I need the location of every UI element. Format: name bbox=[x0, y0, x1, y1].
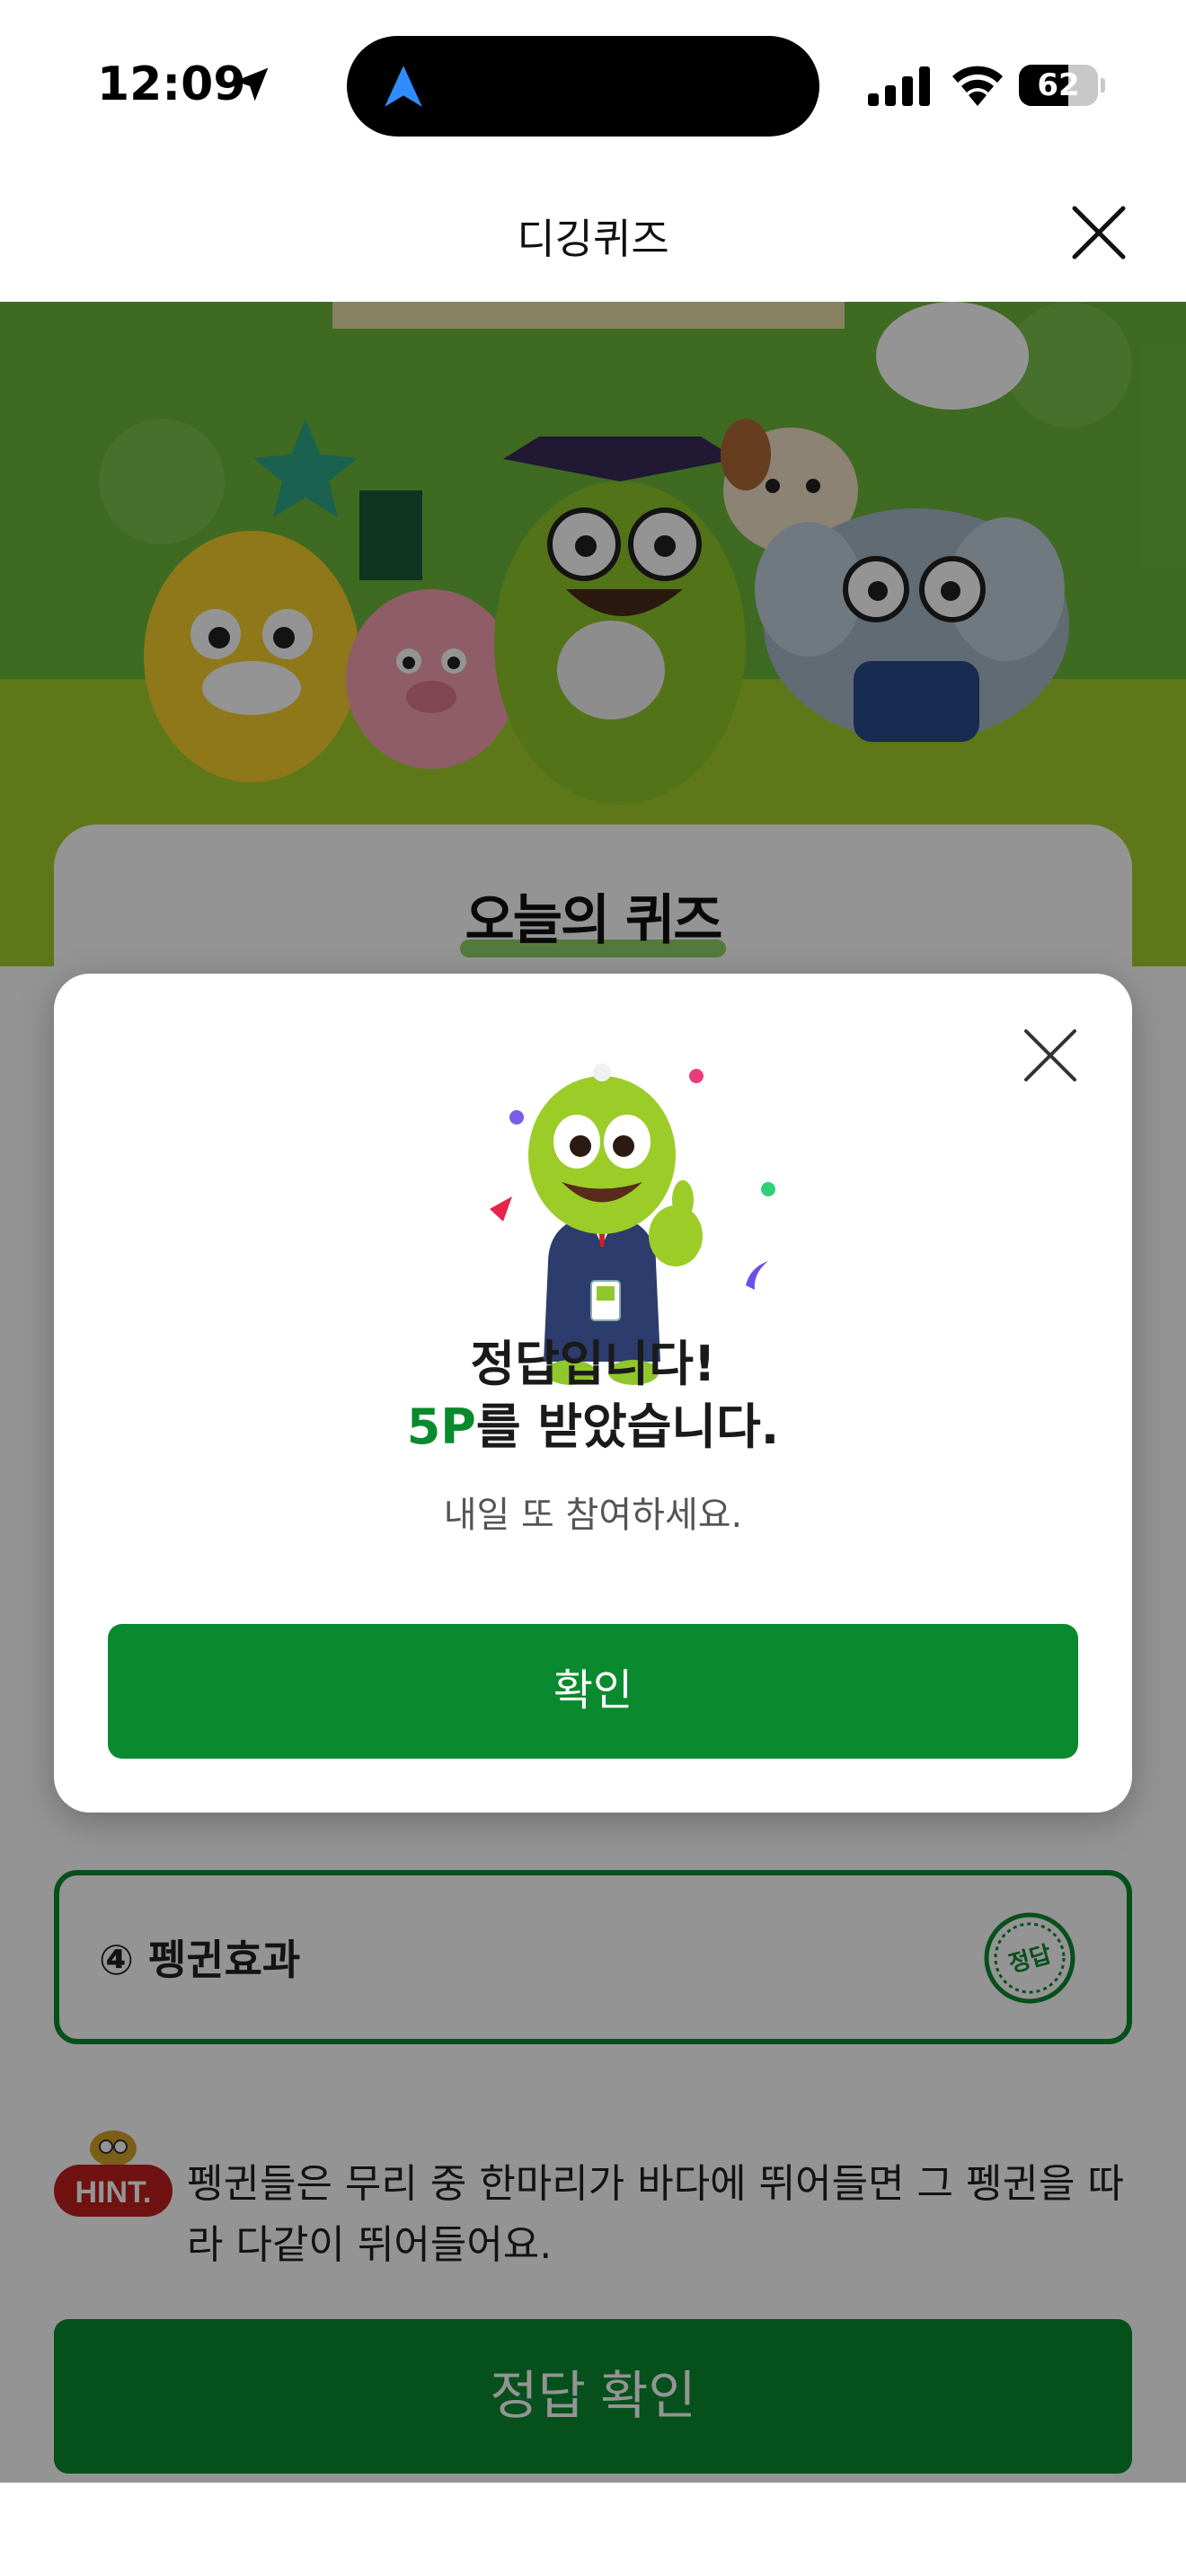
status-time: 12:09 bbox=[97, 57, 246, 111]
reward-message: 5P를 받았습니다. bbox=[54, 1396, 1132, 1459]
battery-icon: 62 bbox=[1019, 65, 1105, 106]
reward-suffix: 를 받았습니다. bbox=[475, 1398, 780, 1455]
page-title: 디깅퀴즈 bbox=[517, 215, 669, 263]
wifi-icon bbox=[952, 66, 1003, 106]
result-subtitle: 내일 또 참여하세요. bbox=[443, 1495, 743, 1536]
app-header: 디깅퀴즈 bbox=[0, 171, 1186, 302]
battery-level-text: 62 bbox=[1037, 67, 1080, 103]
confirm-button-label: 확인 bbox=[553, 1667, 633, 1715]
reward-points: 5P bbox=[406, 1398, 476, 1455]
dynamic-island bbox=[347, 36, 819, 137]
close-icon[interactable] bbox=[1069, 203, 1128, 262]
status-bar: 12:09 62 bbox=[0, 0, 1186, 171]
result-modal: 정답입니다! 5P를 받았습니다. 내일 또 참여하세요. 확인 bbox=[54, 974, 1132, 1813]
cellular-signal-icon bbox=[868, 66, 930, 106]
confirm-button[interactable]: 확인 bbox=[108, 1624, 1078, 1759]
close-icon[interactable] bbox=[1021, 1026, 1080, 1085]
location-arrow-icon bbox=[235, 67, 269, 101]
bottom-safe-area bbox=[0, 2483, 1186, 2576]
result-title: 정답입니다! bbox=[470, 1336, 716, 1392]
navigation-icon bbox=[385, 66, 422, 107]
